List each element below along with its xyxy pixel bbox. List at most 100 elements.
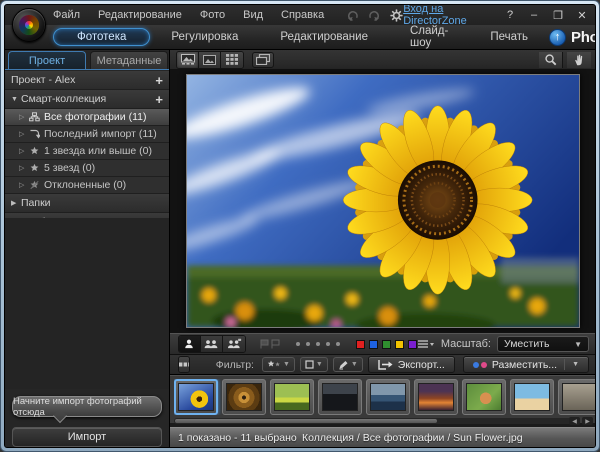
share-button[interactable]: Разместить... ▼: [463, 356, 589, 373]
thumbnail[interactable]: [414, 379, 458, 415]
app-logo-lens-icon: [12, 8, 46, 42]
import-icon: [29, 129, 44, 139]
collapse-arrow-icon[interactable]: ▼: [11, 96, 21, 103]
sidebar-item-one-star-up[interactable]: ▷ 1 звезда или выше (0): [5, 143, 169, 160]
color-swatch-red[interactable]: [356, 340, 365, 349]
settings-gear-icon[interactable]: [390, 9, 403, 22]
add-project-button[interactable]: +: [155, 73, 163, 88]
minimize-button[interactable]: –: [527, 9, 541, 21]
export-button[interactable]: Экспорт...: [368, 356, 455, 373]
filter-label: Фильтр:: [216, 359, 254, 371]
thumbnail-scrollbar[interactable]: [174, 418, 572, 424]
expand-arrow-icon[interactable]: ▷: [19, 181, 29, 189]
color-swatch-green[interactable]: [382, 340, 391, 349]
smart-collection-row[interactable]: ▼ Смарт-коллекция +: [5, 90, 169, 109]
tab-library[interactable]: Фототека: [53, 28, 150, 46]
folders-label: Папки: [21, 197, 51, 209]
tab-adjustment[interactable]: Регулировка: [150, 29, 259, 45]
project-label: Проект - Alex: [11, 74, 75, 86]
sidebar-tab-metadata[interactable]: Метаданные: [90, 51, 168, 69]
tree-item-label: 1 звезда или выше (0): [44, 145, 152, 157]
brand-name: PhotoDirector: [571, 29, 596, 46]
face-tag-group-button[interactable]: [201, 336, 223, 352]
sidebar-tab-project[interactable]: Проект: [8, 51, 86, 69]
star-rating-dots[interactable]: [296, 342, 340, 346]
sidebar-item-five-stars[interactable]: ▷ 5 звезд (0): [5, 160, 169, 177]
color-swatch-purple[interactable]: [408, 340, 417, 349]
main-area: Масштаб: Уместить ▼ Фильтр: ▼: [170, 50, 596, 448]
thumbnail[interactable]: [366, 379, 410, 415]
brand-arrow-icon: ↑: [549, 29, 566, 46]
menu-help[interactable]: Справка: [281, 9, 324, 21]
export-label: Экспорт...: [398, 359, 445, 371]
thumbnail[interactable]: [222, 379, 266, 415]
compare-view-button[interactable]: [252, 52, 274, 68]
scroll-right-button[interactable]: ▶: [582, 417, 593, 425]
pan-hand-button[interactable]: [567, 52, 591, 68]
color-swatch-yellow[interactable]: [395, 340, 404, 349]
share-label: Разместить...: [492, 359, 557, 371]
menu-photo[interactable]: Фото: [200, 9, 225, 21]
help-button[interactable]: ?: [503, 9, 517, 21]
thumbnail[interactable]: [318, 379, 362, 415]
thumbnail[interactable]: [510, 379, 554, 415]
star-rejected-icon: [29, 180, 44, 190]
thumbnail-view-button[interactable]: [179, 357, 190, 372]
scroll-left-button[interactable]: ◀: [569, 417, 580, 425]
tree-item-label: Все фотографии (11): [44, 111, 146, 123]
filter-label-dropdown[interactable]: ▼: [333, 357, 363, 372]
sidebar-item-rejected[interactable]: ▷ Отклоненные (0): [5, 177, 169, 194]
add-smart-collection-button[interactable]: +: [155, 92, 163, 107]
viewer-mode-button[interactable]: [177, 52, 199, 68]
sidebar-section-folders[interactable]: ▶ Папки: [5, 194, 169, 213]
tab-edit[interactable]: Редактирование: [259, 29, 389, 45]
expand-arrow-icon[interactable]: ▷: [19, 113, 29, 121]
color-swatch-blue[interactable]: [369, 340, 378, 349]
sidebar-item-all-photos[interactable]: ▷ Все фотографии (11): [5, 109, 169, 126]
close-button[interactable]: ✕: [575, 9, 589, 22]
import-button[interactable]: Импорт: [12, 427, 162, 447]
tree-item-label: Отклоненные (0): [44, 179, 126, 191]
chevron-down-icon: ▼: [572, 361, 579, 368]
maximize-button[interactable]: ❐: [551, 9, 565, 22]
face-tag-manage-button[interactable]: [223, 336, 245, 352]
thumbnail[interactable]: [462, 379, 506, 415]
tab-print[interactable]: Печать: [469, 29, 549, 45]
thumbnail[interactable]: [270, 379, 314, 415]
brand-logo: ↑ PhotoDirector: [549, 29, 596, 46]
menu-file[interactable]: Файл: [53, 9, 80, 21]
zoom-dropdown[interactable]: Уместить ▼: [497, 336, 589, 352]
expand-arrow-icon[interactable]: ▷: [19, 147, 29, 155]
flag-picker-icon[interactable]: [260, 339, 280, 349]
expand-arrow-icon[interactable]: ▶: [11, 199, 21, 207]
grid-view-button[interactable]: [221, 52, 243, 68]
thumbnail-sun-flower[interactable]: [174, 379, 218, 415]
photo-viewer[interactable]: [170, 70, 596, 333]
menu-edit[interactable]: Редактирование: [98, 9, 182, 21]
expand-arrow-icon[interactable]: ▷: [19, 130, 29, 138]
zoom-label: Масштаб:: [441, 338, 491, 350]
zoom-tool-button[interactable]: [539, 52, 563, 68]
status-bar: 1 показано - 11 выбрано Коллекция / Все …: [170, 427, 596, 447]
import-hint-text: Начните импорт фотографий отсюда: [13, 396, 161, 418]
project-header-row[interactable]: Проект - Alex +: [5, 71, 169, 90]
tab-slideshow[interactable]: Слайд-шоу: [389, 23, 469, 51]
undo-icon[interactable]: [346, 9, 359, 22]
face-tag-single-button[interactable]: [179, 336, 201, 352]
scrollbar-thumb[interactable]: [175, 419, 437, 423]
redo-icon[interactable]: [368, 9, 381, 22]
tree-item-label: Последний импорт (11): [44, 128, 157, 140]
expand-arrow-icon[interactable]: ▷: [19, 164, 29, 172]
filter-flag-dropdown[interactable]: ▼: [300, 357, 328, 372]
sidebar-item-last-import[interactable]: ▷ Последний импорт (11): [5, 126, 169, 143]
collection-icon: [29, 112, 44, 122]
thumbnail[interactable]: [558, 379, 596, 415]
menu-view[interactable]: Вид: [243, 9, 263, 21]
photo-sun-flower[interactable]: [186, 74, 580, 328]
zoom-value: Уместить: [504, 338, 549, 350]
filter-rating-dropdown[interactable]: ▼: [262, 357, 295, 372]
chevron-down-icon: ▼: [574, 340, 582, 349]
single-view-button[interactable]: [199, 52, 221, 68]
viewer-toolbar: [170, 50, 596, 70]
navigator-panel-icon[interactable]: [417, 339, 435, 349]
